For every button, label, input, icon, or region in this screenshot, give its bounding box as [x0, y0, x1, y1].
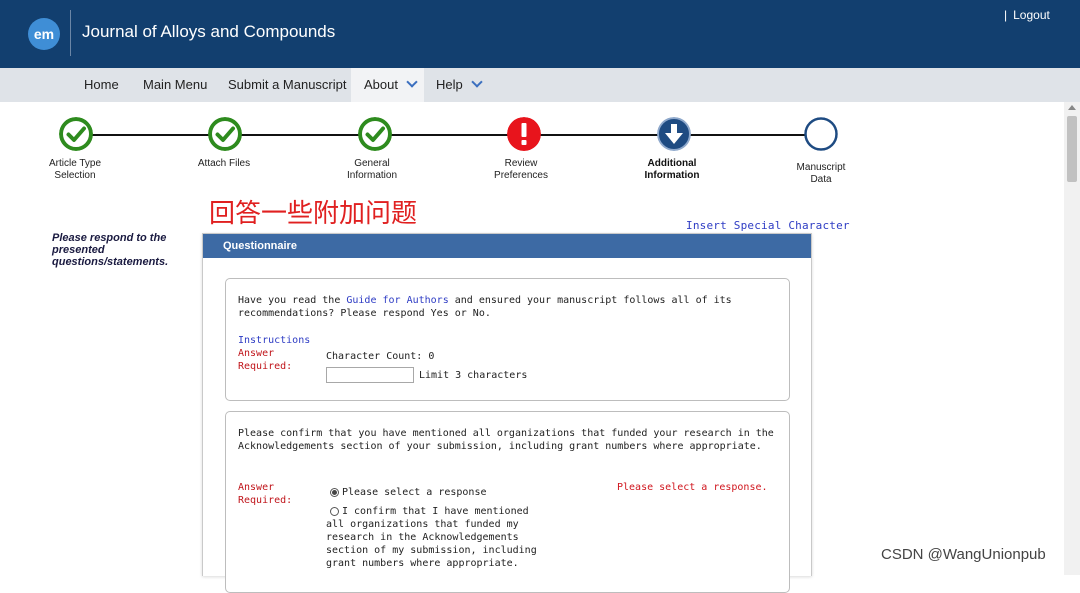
- instructions-link[interactable]: Instructions: [238, 334, 310, 347]
- question-1-text-start: Have you read the: [238, 295, 347, 306]
- step-complete-icon: [208, 117, 242, 151]
- questionnaire-panel: Questionnaire Have you read the Guide fo…: [202, 233, 812, 593]
- radio-unchecked-icon[interactable]: [330, 506, 339, 516]
- logout-area: | Logout: [1004, 8, 1050, 22]
- nav-main-menu[interactable]: Main Menu: [143, 68, 207, 102]
- step-label-general-info: General Information: [346, 158, 398, 181]
- character-count: Character Count: 0: [326, 351, 435, 362]
- scroll-thumb[interactable]: [1067, 116, 1077, 182]
- answer-required-label: Answer Required:: [238, 348, 293, 372]
- nav-submit-manuscript[interactable]: Submit a Manuscript: [228, 68, 347, 102]
- answer-required-label: Answer Required:: [238, 482, 293, 506]
- step-error-icon: [507, 117, 541, 151]
- nav-submit-label: Submit a Manuscript: [228, 77, 347, 92]
- nav-main-menu-label: Main Menu: [143, 77, 208, 92]
- question-2-text: Please confirm that you have mentioned a…: [238, 428, 774, 452]
- question-1-text: Have you read the Guide for Authors and …: [238, 294, 778, 320]
- journal-title: Journal of Alloys and Compounds: [82, 22, 336, 41]
- annotation-text: 回答一些附加问题: [209, 198, 418, 228]
- radio-option-2-label: I confirm that I have mentioned all orga…: [326, 506, 537, 569]
- step-current-arrow-icon: [657, 117, 691, 151]
- step-pending-icon: [804, 117, 838, 151]
- em-logo: em: [28, 18, 60, 50]
- page-scrollbar[interactable]: [1064, 102, 1080, 575]
- question-1-card: Have you read the Guide for Authors and …: [225, 278, 790, 401]
- step-label-article-type: Article Type Selection: [48, 158, 102, 181]
- validation-error-message: Please select a response.: [617, 482, 768, 493]
- nav-help-label: Help: [436, 77, 463, 92]
- radio-option-1-label: Please select a response: [342, 487, 487, 498]
- nav-about[interactable]: About: [351, 68, 424, 102]
- answer-text-input[interactable]: [326, 367, 414, 383]
- nav-help[interactable]: Help: [436, 68, 483, 102]
- nav-home[interactable]: Home: [84, 68, 119, 102]
- nav-home-label: Home: [84, 77, 119, 92]
- header-divider: [70, 10, 71, 56]
- guide-for-authors-link[interactable]: Guide for Authors: [346, 295, 448, 306]
- instruction-prompt: Please respond to the presented question…: [52, 232, 169, 268]
- step-label-additional-info: Additional Information: [644, 158, 700, 181]
- chevron-down-icon: [471, 76, 483, 88]
- scroll-up-icon[interactable]: [1068, 105, 1076, 110]
- radio-option-select-response[interactable]: Please select a response: [330, 486, 550, 499]
- insert-special-character-link[interactable]: Insert Special Character: [686, 219, 850, 232]
- step-label-review-prefs: Review Preferences: [494, 158, 548, 181]
- question-2-card: Please confirm that you have mentioned a…: [225, 411, 790, 593]
- step-label-attach-files: Attach Files: [197, 158, 251, 169]
- questionnaire-title: Questionnaire: [203, 234, 811, 258]
- character-limit-note: Limit 3 characters: [419, 370, 528, 381]
- step-complete-icon: [358, 117, 392, 151]
- step-complete-icon: [59, 117, 93, 151]
- chevron-down-icon: [406, 76, 418, 88]
- app-header: em Journal of Alloys and Compounds | Logo…: [0, 0, 1080, 68]
- logout-link[interactable]: Logout: [1013, 8, 1050, 22]
- main-nav: Home Main Menu Submit a Manuscript About…: [0, 68, 1080, 102]
- step-label-manuscript-data: Manuscript Data: [796, 162, 846, 185]
- radio-checked-icon[interactable]: [330, 487, 339, 497]
- radio-option-confirm[interactable]: I confirm that I have mentioned all orga…: [326, 505, 548, 570]
- logout-separator: |: [1004, 8, 1008, 22]
- nav-about-label: About: [364, 77, 398, 92]
- watermark: CSDN @WangUnionpub: [881, 546, 1046, 563]
- progress-line: [78, 134, 820, 136]
